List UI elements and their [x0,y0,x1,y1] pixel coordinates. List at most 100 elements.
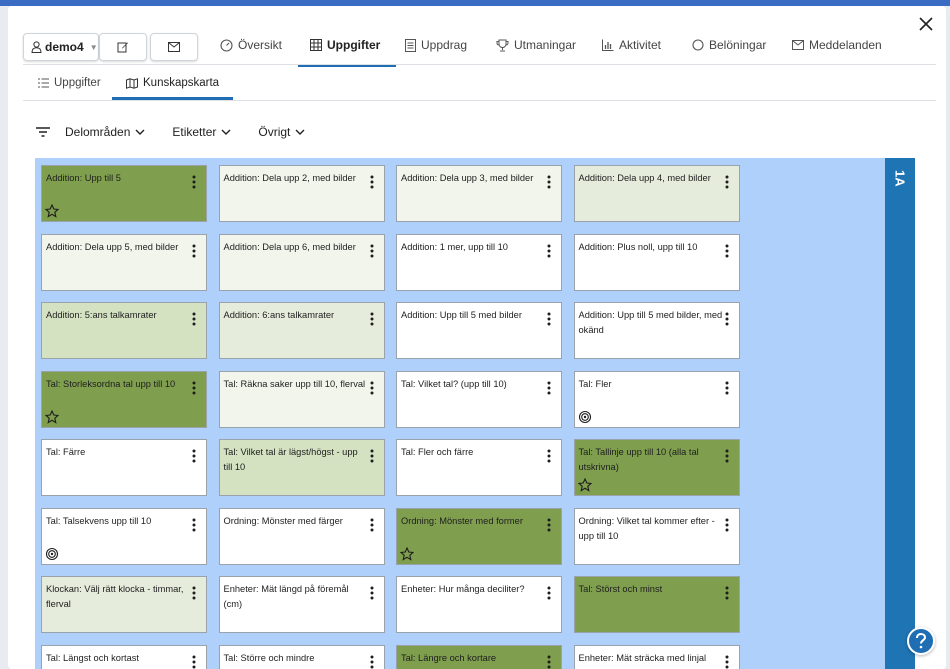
task-card-title: Addition: Plus noll, upp till 10 [578,241,698,252]
tab-uppgifter[interactable]: Uppgifter [297,24,397,67]
more-vertical-icon[interactable] [370,312,374,326]
message-button[interactable] [150,33,198,61]
task-card-title: Tal: Tallinje upp till 10 (alla tal utsk… [578,447,699,472]
task-card[interactable]: Addition: 1 mer, upp till 10 [396,233,562,291]
more-vertical-icon[interactable] [192,244,196,258]
more-vertical-icon[interactable] [547,175,551,189]
edit-button[interactable] [99,33,147,61]
filter-delomraden[interactable]: Delområden [65,125,145,139]
filter-ovrigt[interactable]: Övrigt [258,125,305,139]
more-vertical-icon[interactable] [725,449,729,463]
task-card[interactable]: Addition: Upp till 5 med bilder [396,302,562,359]
more-vertical-icon[interactable] [192,586,196,600]
more-vertical-icon[interactable] [370,655,374,669]
more-vertical-icon[interactable] [547,381,551,395]
task-card[interactable]: Ordning: Mönster med färger [218,507,385,565]
user-menu-button[interactable]: demo4 ▼ [23,33,99,61]
document-icon [405,38,416,52]
task-card[interactable]: Tal: Längst och kortast [41,644,207,669]
more-vertical-icon[interactable] [547,586,551,600]
task-card[interactable]: Tal: Störst och minst [573,576,740,633]
subtab-label: Uppgifter [54,77,101,89]
more-vertical-icon[interactable] [370,449,374,463]
task-card[interactable]: Tal: Färre [41,439,207,496]
subtab-kunskapskarta[interactable]: Kunskapskarta [111,66,234,100]
task-card[interactable]: Addition: Dela upp 6, med bilder [218,233,385,291]
more-vertical-icon[interactable] [725,655,729,669]
filter-etiketter[interactable]: Etiketter [172,125,231,139]
filter-label: Delområden [65,125,131,139]
table-icon [310,39,322,51]
tab-beloningar[interactable]: Belöningar [692,24,766,66]
task-card[interactable]: Tal: Fler [573,370,740,428]
task-card[interactable]: Addition: Upp till 5 [41,165,207,222]
more-vertical-icon[interactable] [192,518,196,532]
help-button[interactable] [907,627,935,655]
more-vertical-icon[interactable] [370,175,374,189]
circle-icon [692,39,704,51]
more-vertical-icon[interactable] [725,175,729,189]
subtab-uppgifter[interactable]: Uppgifter [38,66,101,100]
task-card[interactable]: Addition: 5:ans talkamrater [41,302,207,359]
task-card[interactable]: Tal: Tallinje upp till 10 (alla tal utsk… [573,439,740,496]
task-card-title: Addition: 6:ans talkamrater [223,310,335,320]
task-card[interactable]: Addition: Dela upp 2, med bilder [218,165,385,222]
task-card-title: Addition: Dela upp 6, med bilder [223,241,356,252]
more-vertical-icon[interactable] [547,244,551,258]
task-card[interactable]: Tal: Talsekvens upp till 10 [41,507,207,565]
filter-icon[interactable] [36,127,50,137]
more-vertical-icon[interactable] [725,586,729,600]
more-vertical-icon[interactable] [370,518,374,532]
task-card[interactable]: Addition: Dela upp 4, med bilder [573,165,740,222]
more-vertical-icon[interactable] [547,312,551,326]
task-card-title: Addition: 1 mer, upp till 10 [401,241,508,252]
task-card[interactable]: Tal: Räkna saker upp till 10, flerval [218,370,385,428]
task-card[interactable]: Ordning: Vilket tal kommer efter - upp t… [573,507,740,565]
more-vertical-icon[interactable] [192,449,196,463]
more-vertical-icon[interactable] [192,381,196,395]
tab-label: Uppgifter [327,38,381,52]
task-card[interactable]: Enheter: Mät sträcka med linjal [573,644,740,669]
question-icon [916,633,927,649]
task-card-title: Addition: Upp till 5 [46,173,121,183]
task-card[interactable]: Tal: Storleksordna tal upp till 10 [41,370,207,428]
star-icon [44,203,60,218]
tab-oversikt[interactable]: Översikt [220,24,282,66]
tab-meddelanden[interactable]: Meddelanden [792,24,882,66]
task-card[interactable]: Addition: Dela upp 5, med bilder [41,233,207,291]
task-card-title: Addition: Dela upp 4, med bilder [578,173,711,183]
more-vertical-icon[interactable] [370,381,374,395]
tab-uppdrag[interactable]: Uppdrag [405,24,467,66]
task-card[interactable]: Enheter: Mät längd på föremål (cm) [218,576,385,633]
more-vertical-icon[interactable] [192,312,196,326]
task-card[interactable]: Addition: Plus noll, upp till 10 [573,233,740,291]
more-vertical-icon[interactable] [192,655,196,669]
task-card[interactable]: Klockan: Välj rätt klocka - timmar, fler… [41,576,207,633]
task-card[interactable]: Addition: Dela upp 3, med bilder [396,165,562,222]
task-card[interactable]: Tal: Fler och färre [396,439,562,496]
task-card[interactable]: Ordning: Mönster med former [396,507,562,565]
more-vertical-icon[interactable] [725,381,729,395]
more-vertical-icon[interactable] [725,518,729,532]
more-vertical-icon[interactable] [192,175,196,189]
task-card[interactable]: Tal: Större och mindre [218,644,385,669]
more-vertical-icon[interactable] [547,449,551,463]
task-card-title: Addition: 5:ans talkamrater [46,310,157,320]
task-card[interactable]: Addition: Upp till 5 med bilder, med okä… [573,302,740,359]
task-card[interactable]: Tal: Längre och kortare [396,644,562,669]
star-icon [577,477,592,492]
more-vertical-icon[interactable] [370,586,374,600]
more-vertical-icon[interactable] [725,244,729,258]
task-card[interactable]: Tal: Vilket tal är lägst/högst - upp til… [218,439,385,496]
task-card-title: Tal: Talsekvens upp till 10 [46,515,152,526]
more-vertical-icon[interactable] [547,518,551,532]
more-vertical-icon[interactable] [370,244,374,258]
more-vertical-icon[interactable] [725,312,729,326]
task-card[interactable]: Addition: 6:ans talkamrater [218,302,385,359]
tab-utmaningar[interactable]: Utmaningar [496,24,576,66]
task-card[interactable]: Enheter: Hur många deciliter? [396,576,562,633]
divider [23,64,936,65]
task-card[interactable]: Tal: Vilket tal? (upp till 10) [396,370,562,428]
tab-aktivitet[interactable]: Aktivitet [602,24,661,66]
more-vertical-icon[interactable] [547,655,551,669]
